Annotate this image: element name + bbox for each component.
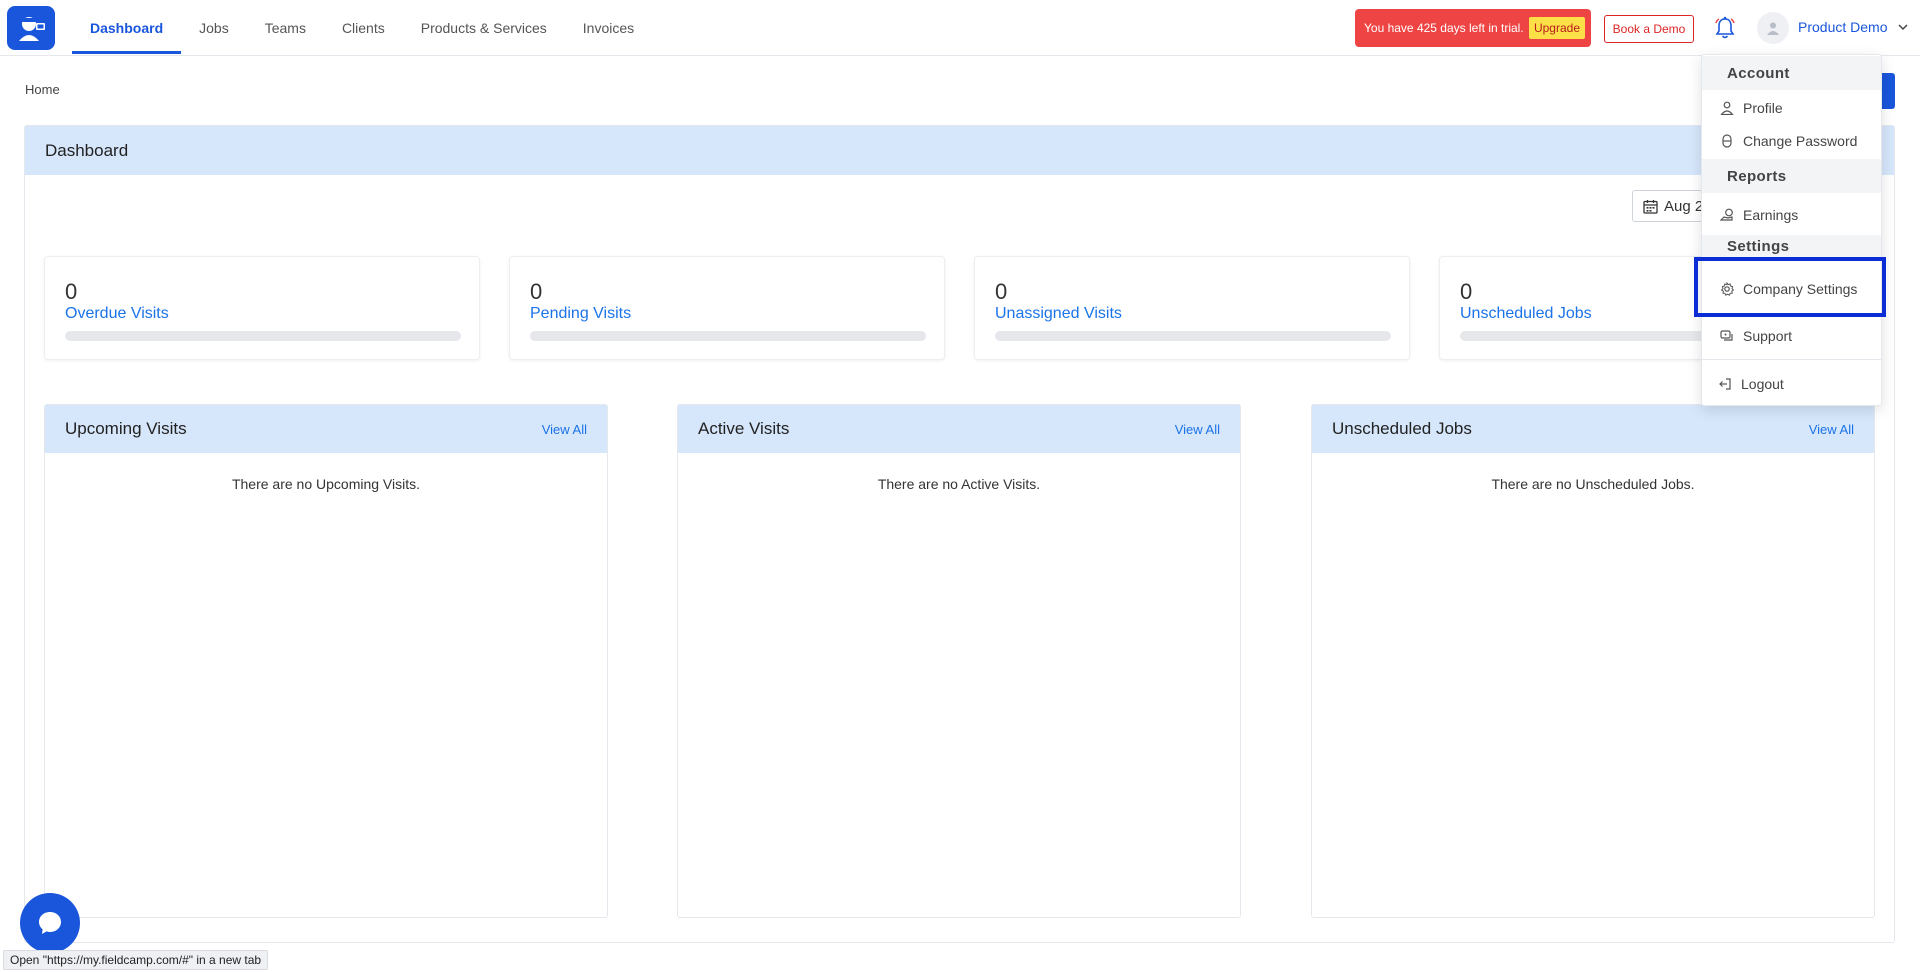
menu-item-label: Earnings xyxy=(1743,207,1799,223)
primary-action-button-edge[interactable] xyxy=(1880,73,1895,109)
chat-bubble-icon xyxy=(39,912,61,934)
menu-item-label: Support xyxy=(1743,328,1793,344)
notification-bell-icon[interactable] xyxy=(1714,16,1736,40)
menu-section-settings: Settings xyxy=(1702,235,1881,257)
menu-item-label: Logout xyxy=(1741,376,1784,392)
app-logo[interactable] xyxy=(7,6,55,50)
user-avatar[interactable] xyxy=(1757,12,1789,44)
menu-section-account: Account xyxy=(1702,56,1881,90)
upgrade-button[interactable]: Upgrade xyxy=(1528,17,1585,39)
card-header: Upcoming Visits View All xyxy=(45,405,607,453)
logo-icon xyxy=(19,17,45,41)
main-nav: Dashboard Jobs Teams Clients Products & … xyxy=(72,0,652,56)
nav-clients[interactable]: Clients xyxy=(324,0,403,56)
card-title: Active Visits xyxy=(698,419,790,438)
menu-section-reports: Reports xyxy=(1702,159,1881,193)
chevron-down-icon[interactable] xyxy=(1898,22,1908,32)
stat-label[interactable]: Pending Visits xyxy=(530,305,631,323)
top-navbar: Dashboard Jobs Teams Clients Products & … xyxy=(0,0,1920,56)
calendar-icon xyxy=(1643,199,1658,214)
active-visits-card: Active Visits View All There are no Acti… xyxy=(677,404,1241,918)
card-title: Unscheduled Jobs xyxy=(1332,419,1472,438)
company-settings-highlight xyxy=(1694,257,1886,317)
stat-card-overdue-visits[interactable]: 0 Overdue Visits xyxy=(44,256,480,360)
stat-label[interactable]: Unassigned Visits xyxy=(995,305,1122,323)
view-all-link[interactable]: View All xyxy=(542,422,587,437)
stat-progress-bar xyxy=(530,331,926,341)
stat-label[interactable]: Unscheduled Jobs xyxy=(1460,305,1592,323)
browser-status-bar: Open "https://my.fieldcamp.com/#" in a n… xyxy=(3,950,269,970)
nav-invoices[interactable]: Invoices xyxy=(565,0,652,56)
nav-teams[interactable]: Teams xyxy=(247,0,324,56)
empty-state-text: There are no Unscheduled Jobs. xyxy=(1491,476,1695,492)
trial-text: You have 425 days left in trial. xyxy=(1364,21,1524,35)
upcoming-visits-card: Upcoming Visits View All There are no Up… xyxy=(44,404,608,918)
menu-item-support[interactable]: Support xyxy=(1702,320,1881,352)
stat-label[interactable]: Overdue Visits xyxy=(65,305,169,323)
card-title: Upcoming Visits xyxy=(65,419,187,438)
lock-icon xyxy=(1722,134,1732,148)
date-range-label: Aug 2 xyxy=(1664,197,1704,215)
book-demo-button[interactable]: Book a Demo xyxy=(1604,15,1694,43)
menu-divider xyxy=(1702,359,1881,360)
stat-progress-bar xyxy=(65,331,461,341)
view-all-link[interactable]: View All xyxy=(1175,422,1220,437)
menu-item-earnings[interactable]: Earnings xyxy=(1702,199,1881,231)
stat-value: 0 xyxy=(995,279,1008,304)
breadcrumb[interactable]: Home xyxy=(25,82,60,97)
nav-jobs[interactable]: Jobs xyxy=(181,0,247,56)
menu-item-profile[interactable]: Profile xyxy=(1702,92,1881,124)
user-avatar-icon xyxy=(1767,22,1779,35)
menu-item-label: Profile xyxy=(1743,100,1783,116)
stat-card-unassigned-visits[interactable]: 0 Unassigned Visits xyxy=(974,256,1410,360)
menu-item-label: Change Password xyxy=(1743,133,1858,149)
trial-banner: You have 425 days left in trial. Upgrade xyxy=(1355,9,1591,47)
stat-progress-bar xyxy=(995,331,1391,341)
nav-products-services[interactable]: Products & Services xyxy=(403,0,565,56)
user-menu-name[interactable]: Product Demo xyxy=(1798,19,1887,35)
nav-dashboard[interactable]: Dashboard xyxy=(72,0,182,56)
stat-card-pending-visits[interactable]: 0 Pending Visits xyxy=(509,256,945,360)
logout-icon xyxy=(1719,378,1731,390)
menu-item-change-password[interactable]: Change Password xyxy=(1702,125,1881,157)
card-header: Active Visits View All xyxy=(678,405,1240,453)
user-icon xyxy=(1720,101,1734,115)
empty-state-text: There are no Active Visits. xyxy=(877,476,1041,492)
view-all-link[interactable]: View All xyxy=(1809,422,1854,437)
card-header: Unscheduled Jobs View All xyxy=(1312,405,1874,453)
user-dropdown-menu: Account Profile Change Password Reports … xyxy=(1701,54,1882,406)
empty-state-text: There are no Upcoming Visits. xyxy=(231,476,421,492)
support-icon xyxy=(1720,330,1733,341)
stat-value: 0 xyxy=(530,279,543,304)
money-hand-icon xyxy=(1720,208,1733,221)
date-range-picker[interactable]: Aug 2 xyxy=(1632,190,1712,222)
chat-widget-button[interactable] xyxy=(20,893,80,953)
menu-item-logout[interactable]: Logout xyxy=(1702,368,1881,400)
stat-value: 0 xyxy=(65,279,78,304)
stat-value: 0 xyxy=(1460,279,1473,304)
unscheduled-jobs-card: Unscheduled Jobs View All There are no U… xyxy=(1311,404,1875,918)
dashboard-title: Dashboard xyxy=(25,126,1894,175)
